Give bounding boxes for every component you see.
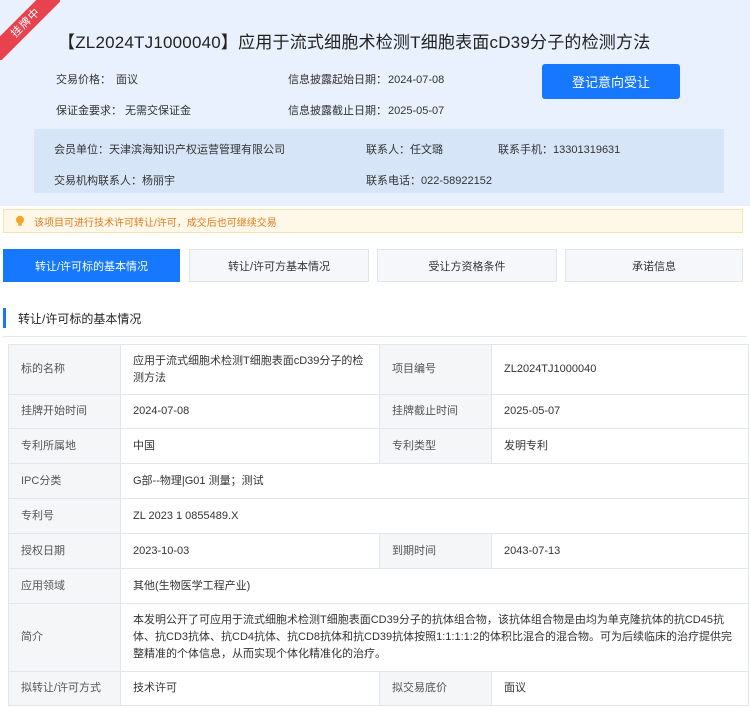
page-title: 【ZL2024TJ1000040】应用于流式细胞术检测T细胞表面cD39分子的检… bbox=[58, 33, 651, 52]
contact-panel: 会员单位：天津滨海知识产权运营管理有限公司 联系人：任文璐 联系手机：13301… bbox=[34, 129, 724, 193]
list-start-value: 2024-07-08 bbox=[120, 394, 380, 429]
name-key: 标的名称 bbox=[8, 344, 121, 395]
member-unit-label: 会员单位： bbox=[54, 144, 109, 156]
list-start-key: 挂牌开始时间 bbox=[8, 394, 121, 429]
contact-person-label: 联系人： bbox=[366, 144, 410, 156]
member-unit: 会员单位：天津滨海知识产权运营管理有限公司 bbox=[54, 141, 285, 157]
table-row: 挂牌开始时间 2024-07-08 挂牌截止时间 2025-05-07 bbox=[8, 394, 749, 429]
disclosure-start-value: 2024-07-08 bbox=[388, 74, 445, 86]
tab-licensor-basics[interactable]: 转让/许可方基本情况 bbox=[189, 249, 369, 282]
patent-no-value: ZL 2023 1 0855489.X bbox=[120, 498, 749, 534]
code-value: ZL2024TJ1000040 bbox=[491, 344, 749, 395]
table-row: IPC分类 G部--物理|G01 测量；测试 bbox=[8, 463, 749, 499]
agency-contact-value: 杨丽宇 bbox=[142, 175, 175, 187]
table-row: 专利所属地 中国 专利类型 发明专利 bbox=[8, 428, 749, 464]
field-key: 应用领域 bbox=[8, 568, 121, 604]
table-row: 简介 本发明公开了可应用于流式细胞术检测T细胞表面CD39分子的抗体组合物，该抗… bbox=[8, 603, 749, 672]
disclosure-start-label: 信息披露起始日期： bbox=[288, 74, 387, 86]
table-row: 专利号 ZL 2023 1 0855489.X bbox=[8, 498, 749, 534]
deposit-info: 保证金要求： 无需交保证金 bbox=[56, 102, 191, 118]
patent-no-key: 专利号 bbox=[8, 498, 121, 534]
price-info: 交易价格： 面议 bbox=[56, 71, 138, 87]
base-price-key: 拟交易底价 bbox=[379, 671, 492, 706]
section-accent-bar bbox=[3, 308, 6, 328]
agency-contact-label: 交易机构联系人： bbox=[54, 175, 142, 187]
disclosure-end-label: 信息披露截止日期： bbox=[288, 105, 387, 117]
license-mode-key: 拟转让/许可方式 bbox=[8, 671, 121, 706]
list-end-value: 2025-05-07 bbox=[491, 394, 749, 429]
notice-text: 该项目可进行技术许可转让/许可，成交后也可继续交易 bbox=[34, 217, 277, 229]
tab-subject-basics[interactable]: 转让/许可标的基本情况 bbox=[3, 249, 180, 282]
base-price-value: 面议 bbox=[491, 671, 749, 706]
tab-commitment[interactable]: 承诺信息 bbox=[565, 249, 743, 282]
register-intent-button[interactable]: 登记意向受让 bbox=[542, 64, 680, 99]
contact-phone: 联系电话：022-58922152 bbox=[366, 172, 492, 188]
member-unit-value: 天津滨海知识产权运营管理有限公司 bbox=[109, 144, 285, 156]
table-row: 授权日期 2023-10-03 到期时间 2043-07-13 bbox=[8, 533, 749, 569]
section-heading: 转让/许可标的基本情况 bbox=[3, 306, 141, 330]
deposit-label: 保证金要求： bbox=[56, 105, 122, 117]
name-value: 应用于流式细胞术检测T细胞表面cD39分子的检测方法 bbox=[120, 344, 380, 395]
region-value: 中国 bbox=[120, 428, 380, 464]
tab-transferee-qualification[interactable]: 受让方资格条件 bbox=[377, 249, 557, 282]
expire-date-key: 到期时间 bbox=[379, 533, 492, 569]
section-title: 转让/许可标的基本情况 bbox=[18, 311, 142, 326]
expire-date-value: 2043-07-13 bbox=[491, 533, 749, 569]
price-value: 面议 bbox=[116, 74, 138, 86]
type-key: 专利类型 bbox=[379, 428, 492, 464]
detail-table: 标的名称 应用于流式细胞术检测T细胞表面cD39分子的检测方法 项目编号 ZL2… bbox=[8, 344, 749, 706]
contact-phone-label: 联系电话： bbox=[366, 175, 421, 187]
table-row: 拟转让/许可方式 技术许可 拟交易底价 面议 bbox=[8, 671, 749, 706]
contact-person-value: 任文璐 bbox=[410, 144, 443, 156]
table-row: 标的名称 应用于流式细胞术检测T细胞表面cD39分子的检测方法 项目编号 ZL2… bbox=[8, 344, 749, 395]
project-header: 挂牌中 【ZL2024TJ1000040】应用于流式细胞术检测T细胞表面cD39… bbox=[0, 0, 750, 206]
table-row: 应用领域 其他(生物医学工程产业) bbox=[8, 568, 749, 604]
agency-contact: 交易机构联系人：杨丽宇 bbox=[54, 172, 175, 188]
disclosure-end-value: 2025-05-07 bbox=[388, 105, 445, 117]
grant-date-key: 授权日期 bbox=[8, 533, 121, 569]
contact-phone-value: 022-58922152 bbox=[421, 175, 492, 187]
ipc-value: G部--物理|G01 测量；测试 bbox=[120, 463, 749, 499]
region-key: 专利所属地 bbox=[8, 428, 121, 464]
status-badge: 挂牌中 bbox=[0, 0, 60, 60]
price-label: 交易价格： bbox=[56, 74, 111, 86]
contact-mobile: 联系手机：13301319631 bbox=[498, 141, 620, 157]
contact-mobile-label: 联系手机： bbox=[498, 144, 553, 156]
deposit-value: 无需交保证金 bbox=[125, 105, 191, 117]
disclosure-end-info: 信息披露截止日期：2025-05-07 bbox=[288, 102, 444, 118]
section-divider bbox=[3, 336, 747, 337]
disclosure-start-info: 信息披露起始日期：2024-07-08 bbox=[288, 71, 444, 87]
code-key: 项目编号 bbox=[379, 344, 492, 395]
abstract-value: 本发明公开了可应用于流式细胞术检测T细胞表面CD39分子的抗体组合物，该抗体组合… bbox=[120, 603, 749, 672]
notice-banner: 该项目可进行技术许可转让/许可，成交后也可继续交易 bbox=[3, 209, 743, 233]
grant-date-value: 2023-10-03 bbox=[120, 533, 380, 569]
list-end-key: 挂牌截止时间 bbox=[379, 394, 492, 429]
field-value: 其他(生物医学工程产业) bbox=[120, 568, 749, 604]
status-ribbon: 挂牌中 bbox=[0, 0, 60, 60]
contact-mobile-value: 13301319631 bbox=[553, 144, 621, 156]
ipc-key: IPC分类 bbox=[8, 463, 121, 499]
type-value: 发明专利 bbox=[491, 428, 749, 464]
license-mode-value: 技术许可 bbox=[120, 671, 380, 706]
contact-person: 联系人：任文璐 bbox=[366, 141, 443, 157]
abstract-key: 简介 bbox=[8, 603, 121, 672]
lightbulb-icon bbox=[16, 215, 24, 226]
